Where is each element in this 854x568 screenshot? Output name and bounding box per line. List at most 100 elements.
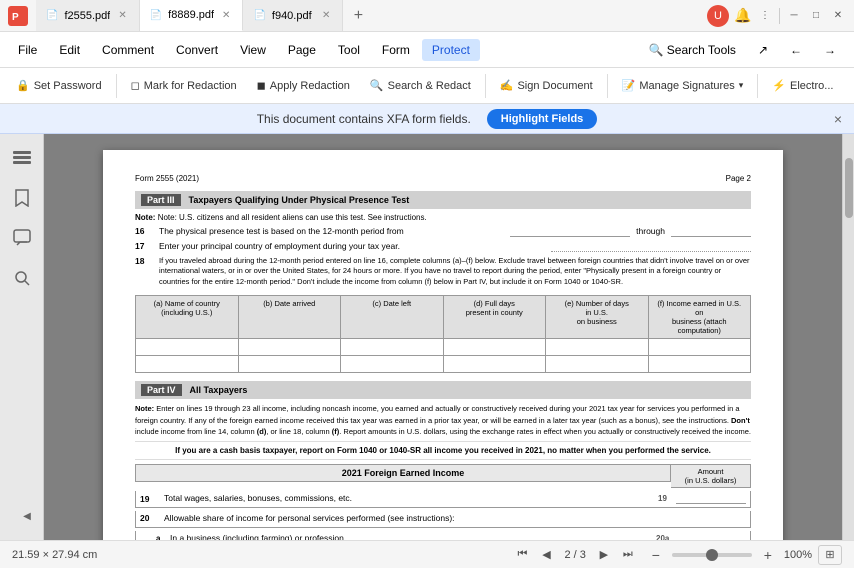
titlebar: P 📄 f2555.pdf ✕ 📄 f8889.pdf ✕ 📄 f940.pdf…	[0, 0, 854, 32]
electronic-button[interactable]: ⚡ Electro...	[764, 75, 841, 96]
search-redact-icon: 🔍	[370, 79, 384, 92]
close-btn[interactable]: ✕	[830, 8, 846, 24]
zoom-out-button[interactable]: −	[646, 545, 666, 565]
field-label-20: Allowable share of income for personal s…	[164, 513, 746, 525]
svg-text:P: P	[12, 12, 19, 23]
menu-form[interactable]: Form	[372, 39, 420, 61]
table-data-row-1	[135, 339, 751, 356]
field-input-17[interactable]	[551, 241, 751, 252]
sign-icon: ✍	[500, 79, 514, 92]
center-cash-basis-text: If you are a cash basis taxpayer, report…	[135, 441, 751, 460]
nav-prev-page[interactable]: ◀	[536, 545, 556, 565]
table-cell-2a[interactable]	[136, 356, 239, 372]
part3-title: Taxpayers Qualifying Under Physical Pres…	[189, 195, 410, 205]
zoom-thumb[interactable]	[706, 549, 718, 561]
toolbar-separator-3	[607, 74, 608, 98]
right-scrollbar[interactable]	[842, 134, 854, 540]
table-cell-1a[interactable]	[136, 339, 239, 355]
table-cell-2e[interactable]	[546, 356, 649, 372]
tab-f8889[interactable]: 📄 f8889.pdf ✕	[140, 0, 244, 31]
table-cell-2d[interactable]	[444, 356, 547, 372]
tab-favicon-f8889: 📄	[150, 10, 162, 21]
field-label-19: Total wages, salaries, bonuses, commissi…	[164, 493, 658, 505]
menu-edit[interactable]: Edit	[49, 39, 90, 61]
field-num-19: 19	[140, 494, 164, 504]
redact-mark-icon: ◻	[131, 79, 140, 92]
tab-close-f940[interactable]: ✕	[320, 8, 332, 23]
mark-redaction-button[interactable]: ◻ Mark for Redaction	[123, 75, 245, 96]
statusbar: 21.59 × 27.94 cm ⏮ ◀ 2 / 3 ▶ ⏭ − + 100% …	[0, 540, 854, 568]
sign-document-button[interactable]: ✍ Sign Document	[492, 75, 601, 96]
more-options-btn[interactable]: ⋮	[757, 8, 773, 24]
fit-page-button[interactable]: ⊞	[818, 545, 842, 565]
income-table: 2021 Foreign Earned Income Amount(in U.S…	[135, 464, 751, 488]
table-cell-2b[interactable]	[239, 356, 342, 372]
menu-back[interactable]: ←	[780, 39, 812, 61]
sidebar-search-icon[interactable]	[6, 262, 38, 294]
sidebar-layers-icon[interactable]	[6, 142, 38, 174]
protect-toolbar: 🔒 Set Password ◻ Mark for Redaction ◼ Ap…	[0, 68, 854, 104]
notification-close-button[interactable]: ×	[834, 111, 842, 127]
table-cell-1c[interactable]	[341, 339, 444, 355]
table-cell-2c[interactable]	[341, 356, 444, 372]
set-password-button[interactable]: 🔒 Set Password	[8, 75, 110, 96]
field-row-18: 18 If you traveled abroad during the 12-…	[135, 256, 751, 288]
tab-f2555[interactable]: 📄 f2555.pdf ✕	[36, 0, 140, 31]
page-indicator: 2 / 3	[564, 549, 585, 561]
table-col-c: (c) Date left	[341, 296, 444, 338]
apply-redaction-button[interactable]: ◼ Apply Redaction	[249, 75, 358, 96]
table-cell-1e[interactable]	[546, 339, 649, 355]
part4-title: All Taxpayers	[190, 385, 248, 395]
menu-tool[interactable]: Tool	[328, 39, 370, 61]
sidebar-collapse-button[interactable]: ◀	[11, 500, 43, 532]
search-redact-button[interactable]: 🔍 Search & Redact	[362, 75, 479, 96]
notification-text: This document contains XFA form fields.	[257, 112, 471, 126]
menu-forward[interactable]: →	[814, 39, 846, 61]
travel-table: (a) Name of country(including U.S.) (b) …	[135, 295, 751, 373]
menu-share[interactable]: ↗	[748, 39, 778, 61]
main-area: ◀ Form 2555 (2021) Page 2 Part III Taxpa…	[0, 134, 854, 540]
scroll-thumb[interactable]	[845, 158, 853, 218]
part3-header: Part III Taxpayers Qualifying Under Phys…	[135, 191, 751, 209]
minimize-btn[interactable]: ─	[786, 8, 802, 24]
table-cell-1f[interactable]	[649, 339, 751, 355]
menu-convert[interactable]: Convert	[166, 39, 228, 61]
nav-first-page[interactable]: ⏮	[512, 545, 532, 565]
sidebar-comment-icon[interactable]	[6, 222, 38, 254]
manage-signatures-button[interactable]: 📝 Manage Signatures ▾	[614, 75, 752, 96]
menu-file[interactable]: File	[8, 39, 47, 61]
user-avatar[interactable]: U	[707, 5, 729, 27]
zoom-slider[interactable]	[672, 553, 752, 557]
menu-search-tools[interactable]: 🔍 Search Tools	[638, 39, 745, 61]
table-col-e: (e) Number of daysin U.S.on business	[546, 296, 649, 338]
tab-close-f8889[interactable]: ✕	[220, 8, 232, 23]
table-cell-1d[interactable]	[444, 339, 547, 355]
notification-btn[interactable]: 🔔	[735, 8, 751, 24]
nav-next-page[interactable]: ▶	[594, 545, 614, 565]
tab-close-f2555[interactable]: ✕	[116, 8, 128, 23]
tab-bar: 📄 f2555.pdf ✕ 📄 f8889.pdf ✕ 📄 f940.pdf ✕…	[36, 0, 703, 31]
sidebar-bookmark-icon[interactable]	[6, 182, 38, 214]
field-input-20a[interactable]	[676, 533, 746, 540]
highlight-fields-button[interactable]: Highlight Fields	[487, 109, 598, 129]
zoom-in-button[interactable]: +	[758, 545, 778, 565]
table-cell-2f[interactable]	[649, 356, 751, 372]
tab-f940[interactable]: 📄 f940.pdf ✕	[243, 0, 343, 31]
pdf-viewer[interactable]: Form 2555 (2021) Page 2 Part III Taxpaye…	[44, 134, 842, 540]
field-input-16b[interactable]	[671, 226, 751, 237]
menu-protect[interactable]: Protect	[422, 39, 480, 61]
tab-title-f8889: f8889.pdf	[168, 9, 214, 21]
restore-btn[interactable]: □	[808, 8, 824, 24]
new-tab-button[interactable]: +	[343, 0, 373, 31]
menu-page[interactable]: Page	[278, 39, 326, 61]
electronic-icon: ⚡	[772, 79, 786, 92]
menu-comment[interactable]: Comment	[92, 39, 164, 61]
search-icon: 🔍	[648, 43, 663, 57]
field-input-19[interactable]	[676, 493, 746, 504]
table-cell-1b[interactable]	[239, 339, 342, 355]
field-input-16a[interactable]	[510, 226, 630, 237]
field-row-20: 20 Allowable share of income for persona…	[135, 511, 751, 528]
menu-view[interactable]: View	[230, 39, 276, 61]
nav-last-page[interactable]: ⏭	[618, 545, 638, 565]
app-logo: P	[8, 6, 28, 26]
